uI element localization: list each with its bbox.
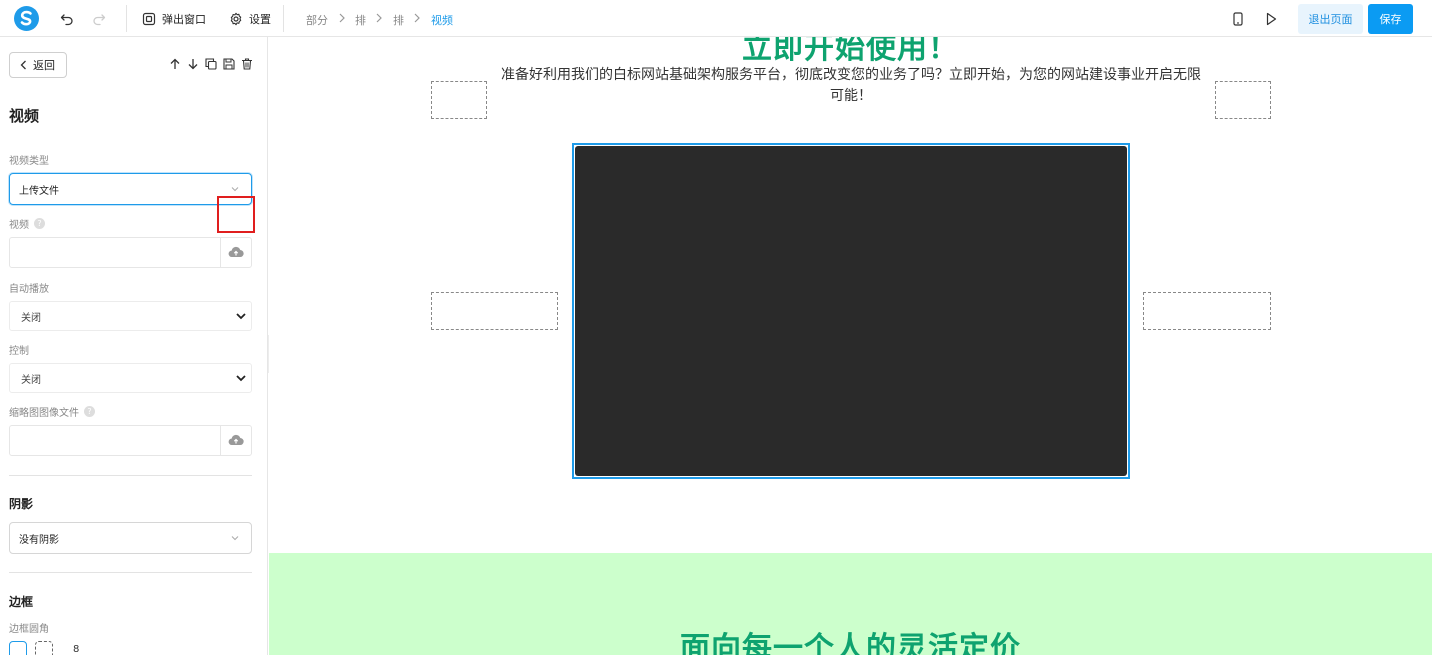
autoplay-label: 自动播放 [9, 284, 49, 295]
page-canvas: 立即开始使用！ 准备好利用我们的白标网站基础架构服务平台，彻底改变您的业务了吗？… [269, 37, 1432, 655]
popup-button[interactable]: 弹出窗口 [142, 9, 206, 29]
top-bar: 弹出窗口 设置 部分 排 排 视频 退出页面 保存 [0, 0, 1432, 37]
chevron-down-icon [235, 373, 247, 383]
cta-heading[interactable]: 立即开始使用！ [269, 37, 1432, 67]
upload-highlight [217, 196, 255, 233]
radius-all-toggle[interactable] [9, 641, 27, 655]
pricing-heading[interactable]: 面向每一个人的灵活定价 [269, 623, 1432, 655]
autoplay-select[interactable]: 关闭 [9, 301, 252, 331]
empty-column-placeholder[interactable] [1143, 292, 1271, 330]
toolbar-divider [126, 5, 127, 32]
thumbnail-label-text: 缩略图图像文件 [9, 408, 79, 419]
empty-column-placeholder[interactable] [1215, 81, 1271, 119]
chevron-right-icon [413, 13, 421, 23]
properties-panel: 返回 视频 视频类型 上传文件 视频 ? 自动播放 关闭 控制 关闭 缩略图图像… [0, 37, 268, 655]
chevron-right-icon [338, 13, 346, 23]
element-actions [168, 57, 254, 71]
back-button[interactable]: 返回 [9, 52, 67, 78]
arrow-down-icon[interactable] [186, 57, 200, 71]
video-upload-field[interactable] [9, 237, 252, 268]
empty-column-placeholder[interactable] [431, 81, 487, 119]
controls-select[interactable]: 关闭 [9, 363, 252, 393]
settings-label: 设置 [249, 13, 271, 26]
logo-icon[interactable] [14, 6, 39, 31]
breadcrumb-item[interactable]: 排 [393, 12, 404, 28]
undo-icon[interactable] [57, 9, 77, 29]
shadow-section-title: 阴影 [9, 497, 34, 511]
thumbnail-label: 缩略图图像文件 ? [9, 404, 95, 419]
help-icon[interactable]: ? [84, 406, 95, 417]
chevron-down-icon [231, 534, 239, 542]
cloud-upload-icon[interactable] [228, 246, 244, 258]
cta-subtitle[interactable]: 准备好利用我们的白标网站基础架构服务平台，彻底改变您的业务了吗？立即开始，为您的… [501, 65, 1201, 107]
shadow-select[interactable]: 没有阴影 [9, 522, 252, 554]
video-type-label: 视频类型 [9, 156, 49, 167]
help-icon[interactable]: ? [34, 218, 45, 229]
video-label-text: 视频 [9, 220, 29, 231]
border-section-title: 边框 [9, 595, 34, 609]
section-divider [9, 572, 252, 573]
empty-column-placeholder[interactable] [431, 292, 558, 330]
video-label: 视频 ? [9, 216, 45, 231]
panel-title: 视频 [9, 107, 40, 125]
redo-icon[interactable] [89, 9, 109, 29]
breadcrumb-item[interactable]: 排 [355, 12, 366, 28]
copy-icon[interactable] [204, 57, 218, 71]
shadow-value: 没有阴影 [19, 534, 59, 546]
border-radius-label: 边框圆角 [9, 624, 49, 635]
chevron-down-icon [231, 185, 239, 193]
pricing-section: 面向每一个人的灵活定价 [269, 553, 1432, 655]
field-divider [220, 426, 221, 455]
thumbnail-upload-field[interactable] [9, 425, 252, 456]
chevron-down-icon [235, 311, 247, 321]
video-element[interactable] [572, 143, 1130, 479]
toolbar-divider [283, 5, 284, 32]
controls-label: 控制 [9, 346, 29, 357]
settings-button[interactable]: 设置 [229, 9, 271, 29]
video-type-select[interactable]: 上传文件 [9, 173, 252, 205]
section-divider [9, 475, 252, 476]
arrow-up-icon[interactable] [168, 57, 182, 71]
popup-label: 弹出窗口 [162, 13, 206, 26]
save-button[interactable]: 保存 [1368, 4, 1413, 34]
mobile-icon[interactable] [1228, 9, 1248, 29]
back-label: 返回 [33, 59, 55, 72]
cloud-upload-icon[interactable] [228, 434, 244, 446]
gear-icon [229, 12, 243, 26]
controls-value: 关闭 [21, 374, 41, 386]
radius-each-toggle[interactable] [35, 641, 53, 655]
play-icon[interactable] [1261, 9, 1281, 29]
breadcrumb-item[interactable]: 部分 [306, 12, 328, 28]
border-radius-value[interactable]: 8 [73, 644, 79, 655]
exit-page-button[interactable]: 退出页面 [1298, 4, 1363, 34]
trash-icon[interactable] [240, 57, 254, 71]
video-player[interactable] [575, 146, 1127, 476]
video-type-value: 上传文件 [19, 185, 59, 197]
field-divider [220, 238, 221, 267]
autoplay-value: 关闭 [21, 312, 41, 324]
save-icon[interactable] [222, 57, 236, 71]
chevron-left-icon [20, 60, 27, 70]
popup-icon [142, 12, 156, 26]
breadcrumb-current: 视频 [431, 14, 453, 27]
chevron-right-icon [375, 13, 383, 23]
